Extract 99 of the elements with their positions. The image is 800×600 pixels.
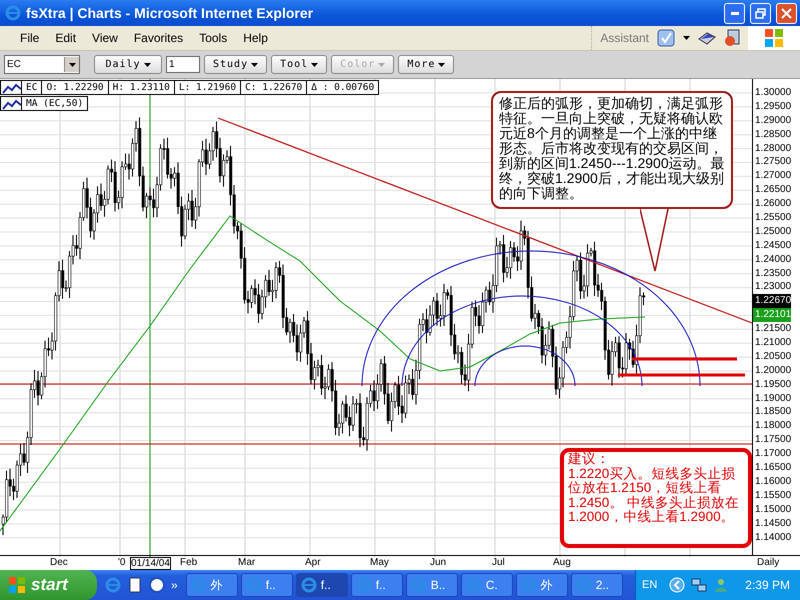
caret-icon — [144, 62, 151, 66]
price-value: O: 1.22290 — [41, 80, 109, 95]
dropdown-button[interactable]: Tool — [271, 55, 328, 74]
clock: 2:39 PM — [745, 578, 790, 592]
axis-tick-label: 1.27000 — [754, 169, 792, 184]
axis-tick-label: 1.15500 — [754, 488, 792, 503]
last-price-label: 1.22670 — [753, 294, 792, 308]
axis-date-label: Feb — [180, 557, 198, 568]
axis-tick-label: 1.18000 — [754, 419, 792, 434]
axis-tick-label: 1.23000 — [754, 280, 792, 294]
more-chevron[interactable]: » — [171, 578, 178, 592]
dropdown-button[interactable]: More — [398, 55, 454, 74]
menu-item[interactable]: Edit — [47, 31, 84, 45]
price-value: Δ : 0.00760 — [306, 80, 380, 95]
axis-tick-label: 1.27500 — [754, 155, 792, 170]
axis-date-label: Mar — [238, 557, 256, 568]
axis-tick-label: 1.26000 — [754, 197, 792, 212]
caret-icon — [251, 62, 258, 66]
document-icon[interactable] — [127, 577, 143, 593]
menu-item[interactable]: View — [84, 31, 126, 45]
menu-item[interactable]: Favorites — [126, 31, 192, 45]
restore-button[interactable] — [750, 2, 771, 24]
minimize-button[interactable] — [724, 2, 745, 24]
axis-tick-label: 1.30000 — [754, 86, 792, 100]
axis-date-label: May — [370, 557, 389, 568]
axis-tick-label: 1.24500 — [754, 238, 792, 253]
windows-logo-icon — [764, 28, 784, 48]
caret-icon — [683, 36, 690, 40]
axis-tick-label: 1.14000 — [754, 530, 792, 544]
axis-tick-label: 1.25500 — [754, 211, 792, 225]
axis-date-label: Jul — [492, 557, 505, 568]
price-value: L: 1.21960 — [174, 80, 242, 95]
average-price-label: 1.22101 — [753, 308, 792, 322]
study-label: MA (EC,50) — [21, 96, 88, 111]
axis-tick-label: 1.23500 — [754, 266, 792, 280]
axis-tick-label: 1.17000 — [754, 447, 792, 462]
info-icon[interactable] — [149, 577, 165, 593]
axis-date-label: Aug — [553, 557, 571, 568]
windows-logo-icon — [8, 576, 26, 594]
note-callout: 修正后的弧形，更加确切，满足弧形特征。一旦向上突破，无疑将确认欧元近8个月的调整是一个上涨的中继形态。后市将改变现有的交易区间，到新的区间1.2450---1.2900运动。最终，突破1.2900后，才能出现大级别的向下调整。 — [491, 91, 733, 209]
axis-tick-label: 1.21500 — [754, 322, 792, 336]
axis-tick-label: 1.26500 — [754, 183, 792, 198]
axis-tick-label: 1.14500 — [754, 516, 792, 530]
axis-tick-label: 1.29500 — [754, 100, 792, 114]
axis-date-label: '0 — [118, 557, 126, 568]
period-field[interactable]: 1 — [166, 56, 200, 73]
axis-tick-label: 1.20000 — [754, 364, 792, 378]
menu-item[interactable]: Help — [235, 31, 276, 45]
axis-tick-label: 1.19500 — [754, 378, 792, 392]
axis-tick-label: 1.24000 — [754, 252, 792, 267]
axis-tick-label: 1.28500 — [754, 128, 792, 142]
axis-tick-label: 1.21000 — [754, 336, 792, 350]
axis-tick-label: 1.15000 — [754, 502, 792, 517]
axis-date-label: Jun — [430, 557, 446, 568]
taskbar-window-button[interactable]: f.. — [350, 573, 403, 597]
axis-tick-label: 1.16000 — [754, 474, 792, 489]
dropdown-button[interactable]: Daily — [94, 55, 162, 74]
check-icon[interactable] — [657, 29, 675, 47]
axis-tick-label: 1.17500 — [754, 433, 792, 448]
axis-date-label: Dec — [50, 557, 68, 568]
assistant-label: Assistant — [600, 31, 649, 45]
chevron-left-icon[interactable] — [669, 577, 686, 593]
symbol-dropdown[interactable]: EC — [4, 55, 80, 74]
caret-icon — [438, 62, 446, 66]
interval-label: Daily — [757, 557, 780, 568]
menu-item[interactable]: Tools — [191, 31, 236, 45]
axis-tick-label: 1.25000 — [754, 224, 792, 239]
taskbar-window-button[interactable]: C. — [460, 573, 513, 597]
legend-symbol: EC — [21, 80, 42, 95]
caret-icon — [378, 62, 386, 66]
axis-date-label: Apr — [305, 557, 321, 568]
taskbar-window-button[interactable]: 外 — [186, 573, 238, 597]
close-icon — [781, 8, 792, 18]
axis-tick-label: 1.16500 — [754, 461, 792, 475]
close-button[interactable] — [776, 2, 797, 24]
cursor-date-label: 01/14/04 — [130, 557, 171, 570]
callout-tail — [640, 209, 670, 274]
price-value: H: 1.23110 — [108, 80, 175, 95]
dropdown-button[interactable]: Study — [204, 55, 268, 74]
caret-icon — [311, 62, 318, 66]
taskbar-window-button[interactable]: 2.. — [570, 573, 623, 597]
taskbar-window-button[interactable]: f.. — [296, 573, 348, 597]
axis-tick-label: 1.18500 — [754, 405, 792, 420]
axis-tick-label: 1.19000 — [754, 392, 792, 406]
advice-heading: 建议： — [568, 452, 611, 466]
caret-icon — [68, 62, 76, 66]
taskbar-window-button[interactable]: 外 — [516, 573, 568, 597]
taskbar-window-button[interactable]: B.. — [406, 573, 458, 597]
taskbar-window-button[interactable]: f.. — [240, 573, 293, 597]
menu-item[interactable]: File — [12, 31, 48, 45]
axis-tick-label: 1.20500 — [754, 350, 792, 364]
window-title: fsXtra | Charts - Microsoft Internet Explorer — [26, 5, 314, 21]
price-value: C: 1.22670 — [240, 80, 308, 95]
minimize-icon — [730, 12, 738, 14]
axis-tick-label: 1.29000 — [754, 114, 792, 128]
axis-tick-label: 1.28000 — [754, 142, 792, 156]
restore-icon — [755, 8, 766, 18]
network-icon[interactable] — [691, 577, 708, 593]
advice-text: 1.2220买入。短线多头止损位放在1.2150，短线上看1.2450。 中线多头止损放在1.2000，中线上看1.2900。 — [568, 466, 740, 524]
